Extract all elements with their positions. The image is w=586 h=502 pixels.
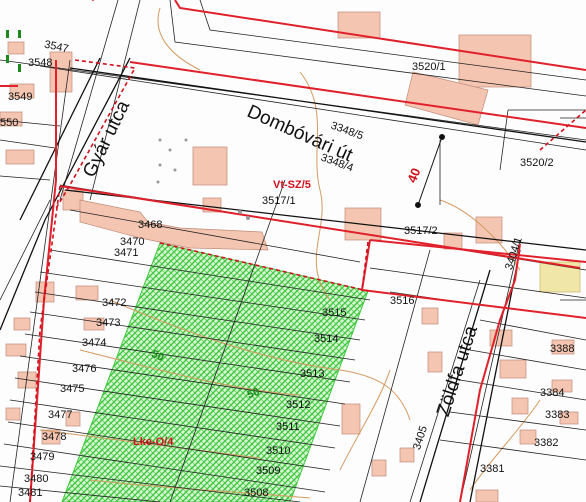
parcel-label: 3480 <box>24 473 49 485</box>
parcel-label: 3468 <box>138 219 163 231</box>
parcel-label: 3473 <box>96 317 121 329</box>
parcel-label: 3472 <box>102 297 127 309</box>
parcel-label: 3549 <box>8 91 33 103</box>
parcel-label: 3383 <box>545 409 570 421</box>
parcel-label: 3477 <box>48 409 73 421</box>
parcel-label: 3471 <box>114 247 139 259</box>
parcel-label: 3511 <box>276 421 300 433</box>
parcel-label: 3384 <box>540 387 565 399</box>
parcel-label: 3514 <box>314 333 339 345</box>
parcel-label: 3478 <box>42 431 67 443</box>
parcel-label: 3476 <box>72 363 97 375</box>
parcel-label: 3512 <box>286 399 311 411</box>
parcel-label: 3520/1 <box>412 61 446 73</box>
parcel-label: 3479 <box>30 451 55 463</box>
zone-label-lke-o4: Lke-O/4 <box>133 436 174 448</box>
parcel-label: 3388 <box>550 343 575 355</box>
parcel-label: 3382 <box>534 437 559 449</box>
map-canvas[interactable]: Dombóvári út Gyár utca Zöldfa utca Vt-SZ… <box>0 0 586 502</box>
parcel-label: 3516 <box>390 295 415 307</box>
parcel-label: 3381 <box>480 463 505 475</box>
parcel-label: 3517/2 <box>404 225 438 237</box>
parcel-label: 3475 <box>60 383 85 395</box>
parcel-label: 3510 <box>266 445 291 457</box>
parcel-label: 3513 <box>300 368 325 380</box>
parcel-label: 3481 <box>18 487 43 499</box>
parcel-label: 550 <box>0 117 19 129</box>
parcel-label: 3517/1 <box>262 195 296 207</box>
parcel-label: 3509 <box>256 465 281 477</box>
parcel-label: 3508 <box>244 487 269 499</box>
parcel-label: 3548 <box>28 57 53 69</box>
parcel-label: 3474 <box>82 337 107 349</box>
parcel-label: 3515 <box>322 307 347 319</box>
zone-label-vt-sz5: Vt-SZ/5 <box>273 179 311 191</box>
parcel-label: 3520/2 <box>520 157 554 169</box>
